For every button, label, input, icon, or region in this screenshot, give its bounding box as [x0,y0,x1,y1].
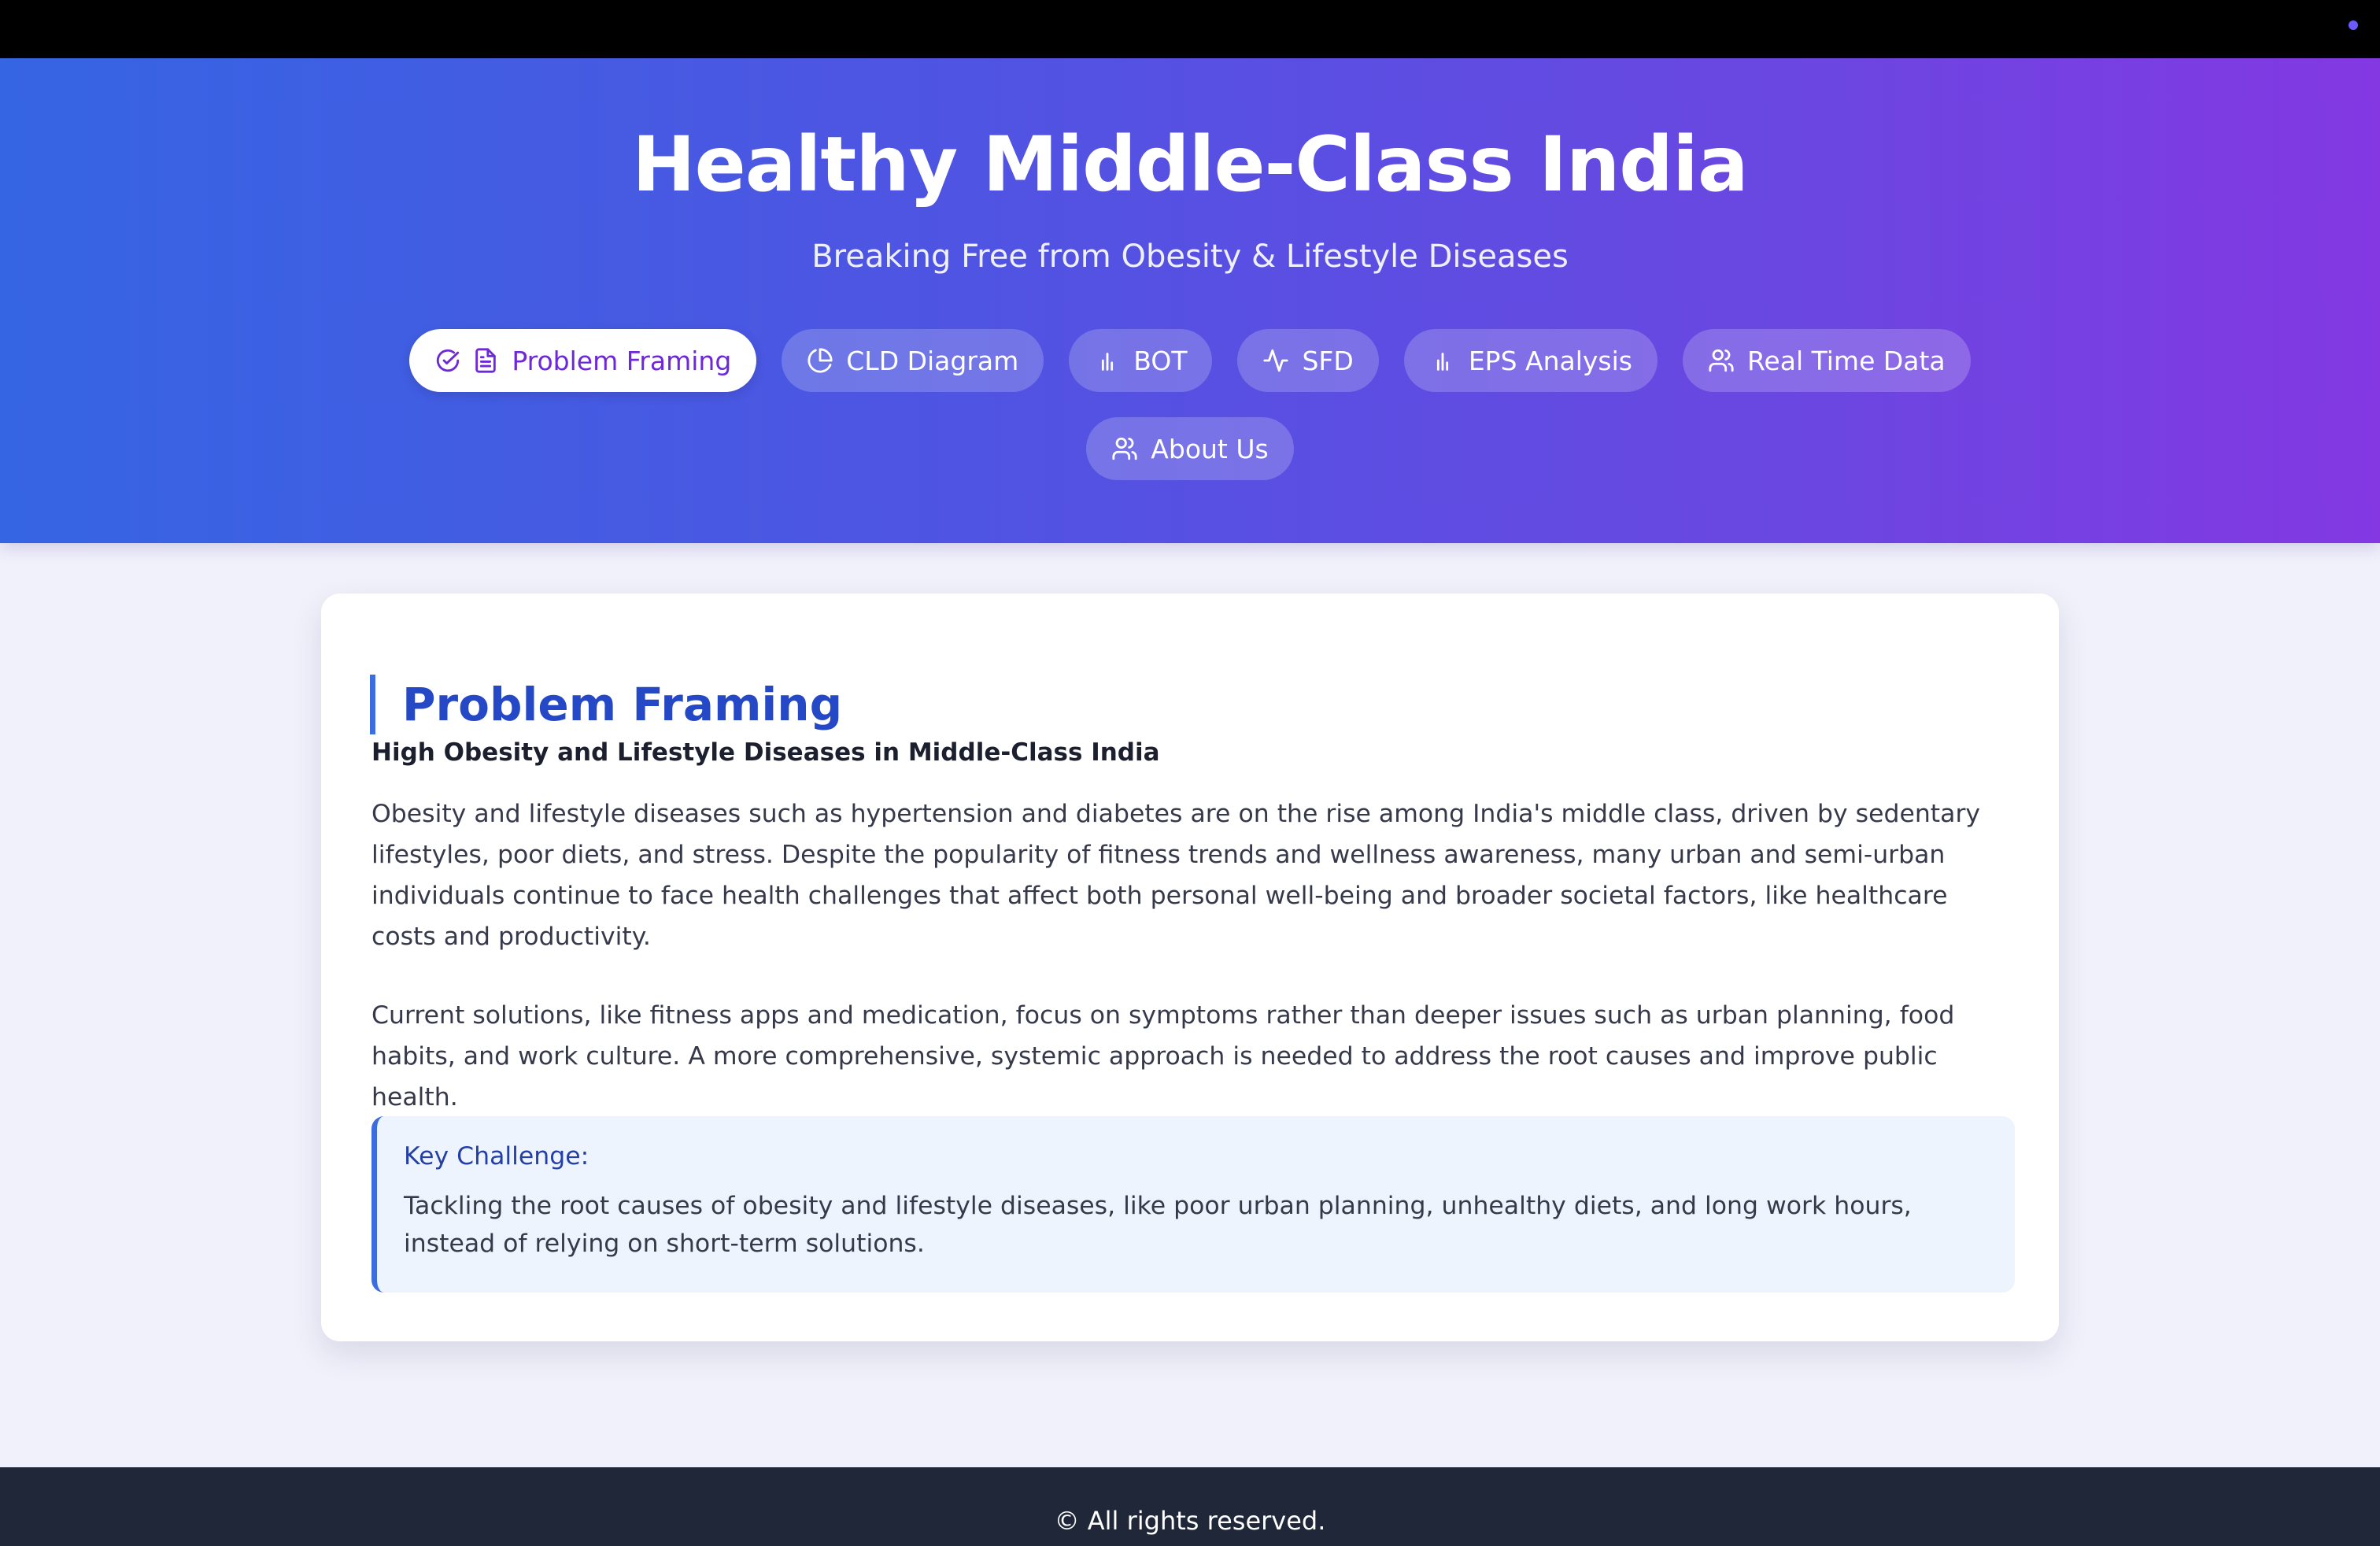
tab-real-time-data[interactable]: Real Time Data [1682,329,1971,392]
pie-chart-icon [807,347,833,374]
tab-sfd[interactable]: SFD [1237,329,1379,392]
tab-label: About Us [1151,433,1269,464]
tab-label: Problem Framing [512,345,732,376]
tab-bot[interactable]: BOT [1069,329,1213,392]
tab-label: Real Time Data [1746,345,1946,376]
tab-label: BOT [1133,345,1188,376]
content-card: Problem Framing High Obesity and Lifesty… [321,594,2059,1341]
key-challenge-callout: Key Challenge: Tackling the root causes … [371,1116,2015,1293]
tab-label: CLD Diagram [846,345,1019,376]
section-subheading: High Obesity and Lifestyle Diseases in M… [371,738,1160,767]
callout-title: Key Challenge: [404,1142,589,1171]
tab-about-us[interactable]: About Us [1086,417,1294,480]
tab-problem-framing[interactable]: Problem Framing [409,329,757,392]
browser-top-bar [0,0,2380,58]
bar-chart-icon [1094,347,1121,374]
page-title: Healthy Middle-Class India [632,120,1748,209]
paragraph-intro: Obesity and lifestyle diseases such as h… [371,800,1981,951]
page-footer: © All rights reserved. [0,1467,2380,1546]
document-icon [472,347,499,374]
hero-header: Healthy Middle-Class India Breaking Free… [0,58,2380,543]
nav-row-secondary: About Us [1086,417,1294,480]
paragraph-solutions: Current solutions, like fitness apps and… [371,1001,1955,1111]
tab-label: SFD [1302,345,1354,376]
copyright-text: © All rights reserved. [1054,1506,1326,1536]
users-icon [1111,435,1138,462]
bar-chart-icon [1429,347,1456,374]
tab-cld-diagram[interactable]: CLD Diagram [782,329,1044,392]
main-navigation: Problem Framing CLD Diagram BOT SFD EPS … [0,329,2380,480]
check-circle-icon [434,347,461,374]
section-title: Problem Framing [370,674,842,734]
tab-eps-analysis[interactable]: EPS Analysis [1403,329,1658,392]
callout-text: Tackling the root causes of obesity and … [404,1192,1912,1258]
nav-row-primary: Problem Framing CLD Diagram BOT SFD EPS … [409,329,1971,392]
tab-label: EPS Analysis [1468,345,1632,376]
status-dot [2349,20,2358,30]
users-icon [1708,347,1735,374]
activity-icon [1262,347,1289,374]
page-subtitle: Breaking Free from Obesity & Lifestyle D… [811,239,1569,275]
